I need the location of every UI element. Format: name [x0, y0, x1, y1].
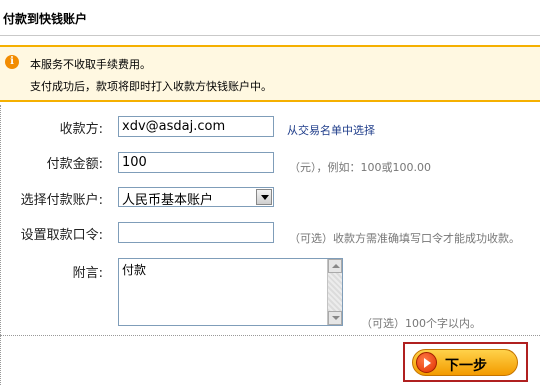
- next-step-label: 下一步: [445, 358, 487, 374]
- scroll-down-icon[interactable]: [328, 311, 342, 325]
- remark-hint: （可选）100个字以内。: [361, 317, 481, 330]
- account-select[interactable]: 人民币基本账户: [118, 187, 274, 208]
- amount-hint: （元），例如：100或100.00: [289, 161, 431, 174]
- select-from-list-link[interactable]: 从交易名单中选择: [287, 122, 375, 138]
- remark-scrollbar[interactable]: [327, 259, 342, 325]
- code-input[interactable]: [118, 222, 274, 243]
- notice-line-1: 本服务不收取手续费用。: [30, 58, 151, 71]
- payee-label: 收款方:: [59, 122, 103, 137]
- amount-label: 付款金额:: [46, 157, 103, 172]
- play-arrow-icon: [416, 352, 437, 373]
- left-divider: [0, 105, 1, 385]
- account-select-value: 人民币基本账户: [122, 193, 214, 208]
- next-button-frame: 下一步: [403, 342, 528, 382]
- scroll-up-icon[interactable]: [328, 259, 342, 273]
- account-label: 选择付款账户:: [20, 193, 103, 208]
- next-step-button[interactable]: 下一步: [412, 349, 518, 376]
- remark-value: 付款: [122, 263, 147, 277]
- bottom-divider: [0, 335, 540, 336]
- chevron-down-icon[interactable]: [256, 189, 272, 205]
- remark-label: 附言:: [72, 266, 103, 281]
- remark-textarea[interactable]: 付款: [118, 258, 343, 326]
- info-icon: i: [5, 55, 19, 69]
- payee-input[interactable]: [118, 116, 274, 137]
- code-hint: （可选）收款方需准确填写口令才能成功收款。: [289, 232, 520, 245]
- code-label: 设置取款口令:: [20, 228, 103, 243]
- notice-box: i 本服务不收取手续费用。 支付成功后，款项将即时打入收款方快钱账户中。: [0, 45, 540, 102]
- notice-line-2: 支付成功后，款项将即时打入收款方快钱账户中。: [30, 80, 272, 93]
- title-bar: 付款到快钱账户: [0, 0, 540, 36]
- page-title: 付款到快钱账户: [3, 12, 88, 26]
- amount-input[interactable]: [118, 152, 274, 173]
